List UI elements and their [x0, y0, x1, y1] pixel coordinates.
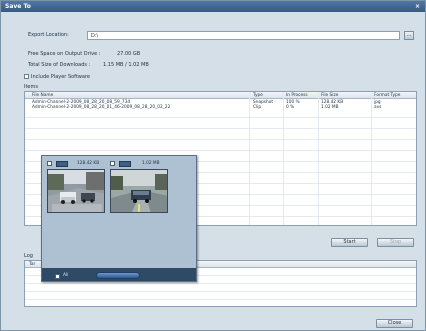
- row-divider: [25, 128, 416, 129]
- include-player-label: Include Player Software: [31, 74, 90, 80]
- street-scene-image-1: [48, 170, 104, 212]
- stop-button[interactable]: Stop: [377, 238, 414, 247]
- street-scene-image-2: [111, 170, 167, 212]
- thumb2-checkbox[interactable]: [110, 161, 115, 166]
- col-type[interactable]: Type: [253, 93, 263, 98]
- export-location-label: Export Location:: [28, 32, 69, 38]
- cell-file-name: Admin-Channel-2-2009_08_28_20_01_46-2009…: [32, 105, 171, 110]
- select-all-checkbox[interactable]: [55, 274, 60, 279]
- total-size-label: Total Size of Downloads :: [28, 62, 91, 68]
- cell-type: Clip: [253, 105, 262, 110]
- thumb2-size: 1.02 MB: [142, 161, 160, 166]
- export-location-field[interactable]: D:\: [87, 31, 400, 40]
- film-clip-icon: [119, 161, 131, 167]
- table-row[interactable]: Admin-Channel-2-2009_08_28_20_01_46-2009…: [25, 105, 416, 110]
- thumb2-image[interactable]: [110, 169, 168, 213]
- thumbnail-preview-popup: 128.42 KB 1.02 MB All: [41, 155, 197, 282]
- row-divider: [25, 299, 416, 300]
- thumb1-image[interactable]: [47, 169, 105, 213]
- log-col-header[interactable]: Tar: [29, 262, 35, 267]
- thumb1-size: 128.42 KB: [77, 161, 100, 166]
- free-space-value: 27.00 GB: [117, 51, 141, 57]
- thumb1-checkbox[interactable]: [47, 161, 52, 166]
- cell-file-size: 1.02 MB: [321, 105, 339, 110]
- items-table-header: File Name Type In Process File Size Form…: [25, 92, 416, 99]
- row-divider: [25, 283, 416, 284]
- items-label: Items: [24, 84, 38, 90]
- title-bar: Save To ×: [1, 1, 425, 12]
- total-size-value: 1.15 MB / 1.02 MB: [103, 62, 149, 68]
- select-all-label: All: [63, 273, 69, 278]
- row-divider: [25, 291, 416, 292]
- preview-action-button[interactable]: [96, 272, 140, 279]
- col-file-name[interactable]: File Name: [32, 93, 53, 98]
- browse-button[interactable]: ...: [404, 31, 414, 40]
- camera-icon: [56, 161, 68, 167]
- thumb1-header: 128.42 KB: [47, 161, 105, 167]
- save-to-window: Save To × Export Location: D:\ ... Free …: [0, 0, 426, 331]
- log-label: Log: [24, 253, 33, 259]
- row-divider: [25, 117, 416, 118]
- close-button[interactable]: Close: [376, 319, 413, 328]
- window-title: Save To: [5, 3, 31, 10]
- include-player-checkbox[interactable]: [24, 74, 29, 79]
- cell-format-type: avs: [374, 105, 382, 110]
- thumb2-header: 1.02 MB: [110, 161, 168, 167]
- cell-in-process: 0 %: [286, 105, 295, 110]
- col-in-process[interactable]: In Process: [286, 93, 308, 98]
- col-file-size[interactable]: File Size: [321, 93, 338, 98]
- close-window-icon[interactable]: ×: [415, 3, 420, 10]
- free-space-label: Free Space on Output Drive :: [28, 51, 101, 57]
- row-divider: [25, 139, 416, 140]
- col-format-type[interactable]: Format Type: [374, 93, 400, 98]
- row-divider: [25, 150, 416, 151]
- start-button[interactable]: Start: [331, 238, 368, 247]
